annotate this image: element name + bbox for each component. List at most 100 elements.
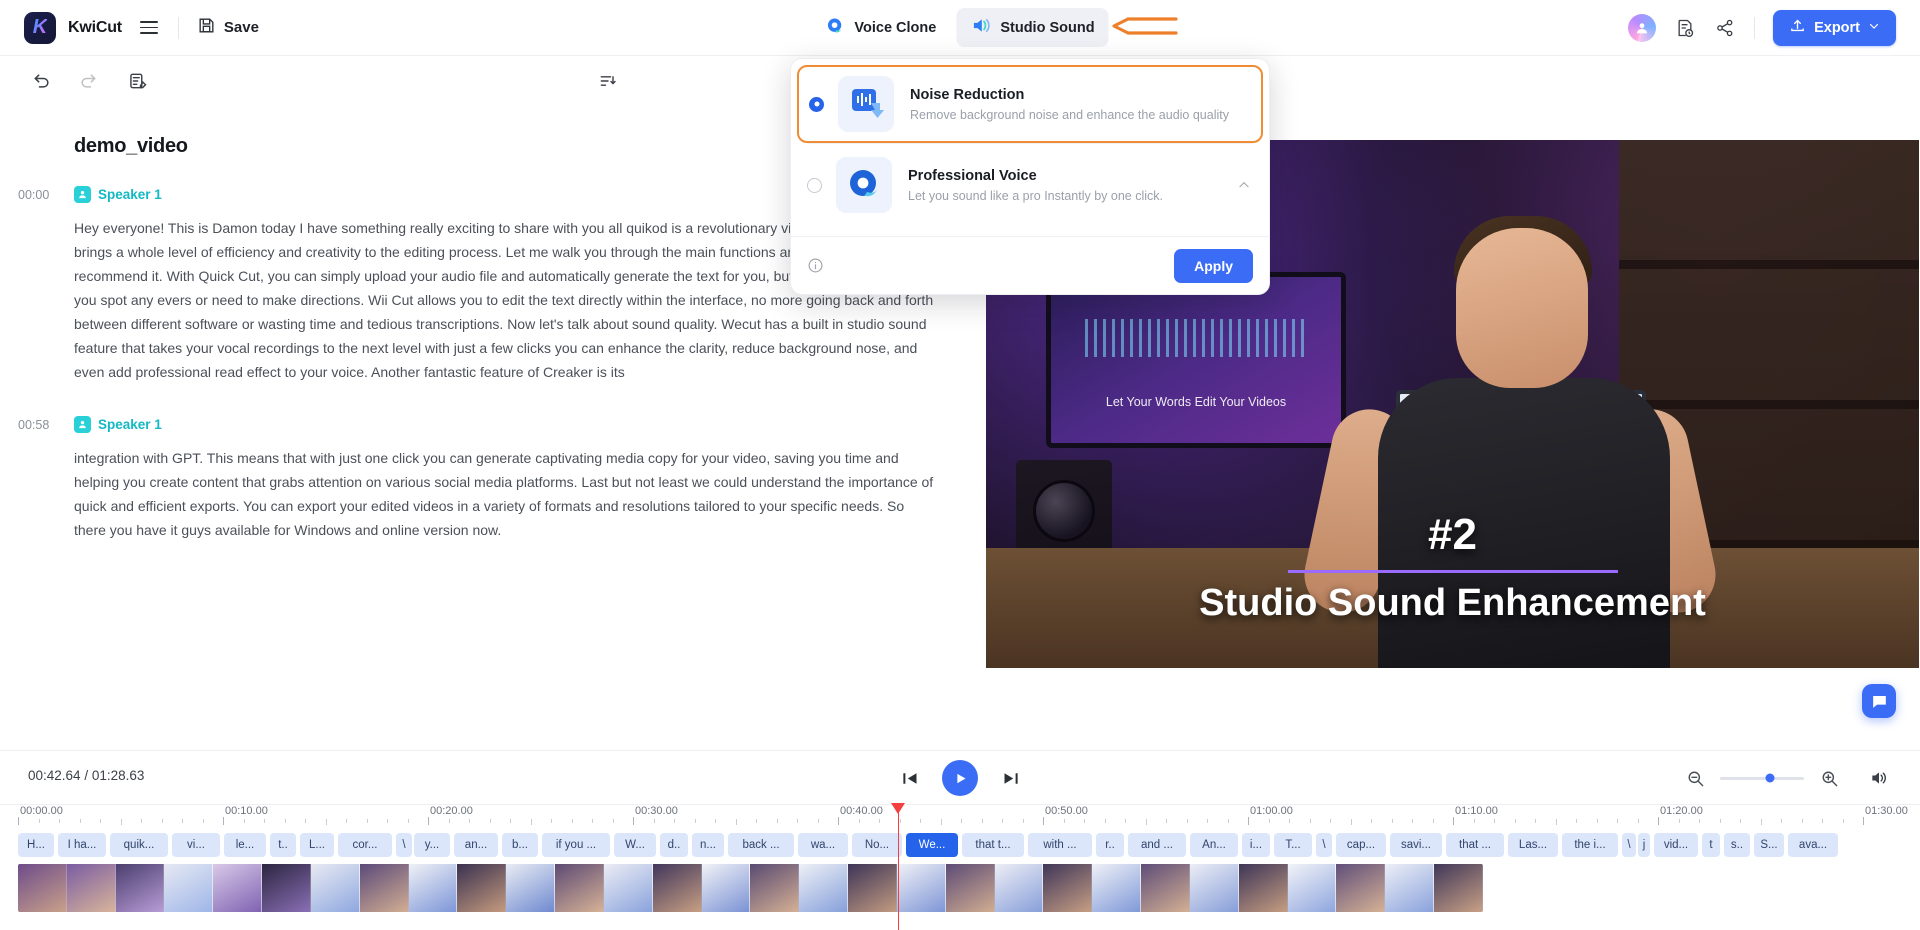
timeline-clip[interactable]: W... (614, 833, 656, 857)
zoom-slider[interactable] (1720, 773, 1804, 783)
option-noise-reduction[interactable]: Noise Reduction Remove background noise … (797, 65, 1263, 143)
zoom-in-icon[interactable] (1818, 767, 1840, 789)
timeline-thumbnail[interactable] (213, 864, 263, 912)
undo-arrow-icon[interactable] (30, 69, 54, 93)
share-nodes-icon[interactable] (1714, 17, 1736, 39)
timeline-clip[interactable]: i... (1242, 833, 1270, 857)
radio-professional-voice[interactable] (807, 177, 822, 193)
timeline-thumbnail[interactable] (1238, 864, 1288, 912)
info-circle-icon[interactable] (807, 257, 824, 274)
timeline-thumbnail[interactable] (945, 864, 995, 912)
timeline-clip[interactable]: back ... (728, 833, 794, 857)
timeline-thumbnail[interactable] (1287, 864, 1337, 912)
chevron-up-icon[interactable] (1237, 178, 1251, 192)
timeline-thumbnail[interactable] (1385, 864, 1435, 912)
timeline-clip[interactable]: if you ... (542, 833, 610, 857)
timeline-clip[interactable]: s.. (1724, 833, 1750, 857)
apply-button[interactable]: Apply (1174, 248, 1253, 283)
save-button[interactable]: Save (197, 16, 259, 40)
timeline-clip[interactable]: ava... (1788, 833, 1838, 857)
hamburger-icon[interactable] (139, 18, 160, 38)
timeline-thumbnail[interactable] (115, 864, 165, 912)
timeline-clip[interactable]: \ (1622, 833, 1636, 857)
timeline-thumbnail[interactable] (750, 864, 800, 912)
skip-next-icon[interactable] (1000, 767, 1022, 789)
timeline-clip[interactable]: that t... (962, 833, 1024, 857)
timeline-clip[interactable]: y... (414, 833, 450, 857)
timeline-thumbnail[interactable] (1043, 864, 1093, 912)
timeline-clip[interactable]: savi... (1390, 833, 1442, 857)
skip-previous-icon[interactable] (898, 767, 920, 789)
volume-icon[interactable] (1868, 767, 1890, 789)
timeline-thumbnail[interactable] (652, 864, 702, 912)
timeline-clip[interactable]: the i... (1562, 833, 1618, 857)
timeline-thumbnail[interactable] (1336, 864, 1386, 912)
timeline-thumbnail[interactable] (359, 864, 409, 912)
timeline-clip[interactable]: We... (906, 833, 958, 857)
timeline-clip[interactable]: T... (1274, 833, 1312, 857)
timeline-thumbnail[interactable] (457, 864, 507, 912)
timeline-thumbnail[interactable] (848, 864, 897, 912)
timeline-clip[interactable]: No... (852, 833, 902, 857)
timeline-clip[interactable]: n... (692, 833, 724, 857)
zoom-out-icon[interactable] (1684, 767, 1706, 789)
timeline-thumbnail[interactable] (66, 864, 116, 912)
timeline-clip[interactable]: Las... (1508, 833, 1558, 857)
timeline-thumbnail[interactable] (701, 864, 751, 912)
timeline[interactable]: 00:00.00 00:10.00 00:20.00 00:30.00 00:40.00… (0, 803, 1920, 930)
radio-noise-reduction[interactable] (809, 96, 824, 112)
speaker-row[interactable]: Speaker 1 (74, 416, 985, 433)
timeline-clip[interactable]: quik... (110, 833, 168, 857)
timeline-thumbnail[interactable] (506, 864, 556, 912)
chat-bubble-icon[interactable] (1862, 684, 1896, 718)
timeline-clip[interactable]: j (1638, 833, 1650, 857)
playhead[interactable] (891, 803, 905, 930)
timeline-clip[interactable]: an... (454, 833, 498, 857)
timeline-thumbnail[interactable] (408, 864, 458, 912)
timeline-thumbnail[interactable] (164, 864, 214, 912)
option-professional-voice[interactable]: Professional Voice Let you sound like a … (791, 144, 1269, 226)
timeline-clip[interactable]: with ... (1028, 833, 1092, 857)
play-button[interactable] (942, 760, 978, 796)
timeline-thumbnail[interactable] (994, 864, 1044, 912)
timeline-clip[interactable]: vi... (172, 833, 220, 857)
timeline-clip[interactable]: t.. (270, 833, 296, 857)
timeline-clip-track[interactable]: H... I ha... quik... vi... le... t.. L... cor..… (0, 833, 1920, 859)
timeline-thumbnail[interactable] (555, 864, 604, 912)
timeline-clip[interactable]: le... (224, 833, 266, 857)
document-clock-icon[interactable] (1674, 17, 1696, 39)
export-button[interactable]: Export (1773, 9, 1896, 46)
zoom-slider-knob[interactable] (1765, 773, 1775, 783)
timeline-clip[interactable]: cap... (1336, 833, 1386, 857)
timeline-clip[interactable]: L... (300, 833, 334, 857)
timeline-clip[interactable]: An... (1190, 833, 1238, 857)
timeline-thumbnail[interactable] (1092, 864, 1142, 912)
timeline-clip[interactable]: \ (396, 833, 412, 857)
timeline-thumbnail[interactable] (18, 864, 67, 912)
timeline-thumbnail[interactable] (603, 864, 653, 912)
timeline-clip[interactable]: cor... (338, 833, 392, 857)
note-edit-icon[interactable] (126, 69, 150, 93)
redo-arrow-icon[interactable] (76, 69, 100, 93)
timeline-clip[interactable]: wa... (798, 833, 848, 857)
timeline-thumbnail[interactable] (1141, 864, 1190, 912)
timeline-ruler[interactable]: 00:00.00 00:10.00 00:20.00 00:30.00 00:40.00… (0, 805, 1920, 831)
timeline-clip[interactable]: b... (502, 833, 538, 857)
timeline-clip[interactable]: I ha... (58, 833, 106, 857)
tab-voice-clone[interactable]: Voice Clone (811, 9, 950, 47)
timeline-clip[interactable]: t (1702, 833, 1720, 857)
avatar[interactable] (1628, 13, 1657, 42)
timeline-clip[interactable]: vid... (1654, 833, 1698, 857)
timeline-clip[interactable]: d.. (660, 833, 688, 857)
timeline-thumbnail[interactable] (1189, 864, 1239, 912)
timeline-thumbnail[interactable] (262, 864, 311, 912)
timeline-clip[interactable]: \ (1316, 833, 1332, 857)
timeline-clip[interactable]: r.. (1096, 833, 1124, 857)
timeline-clip[interactable]: and ... (1128, 833, 1186, 857)
timeline-clip[interactable]: S... (1754, 833, 1784, 857)
timeline-thumbnail[interactable] (310, 864, 360, 912)
transcript-text[interactable]: integration with GPT. This means that wi… (74, 446, 939, 542)
timeline-thumbnail[interactable] (1434, 864, 1483, 912)
timeline-clip[interactable]: H... (18, 833, 54, 857)
text-filter-icon[interactable] (596, 69, 620, 93)
